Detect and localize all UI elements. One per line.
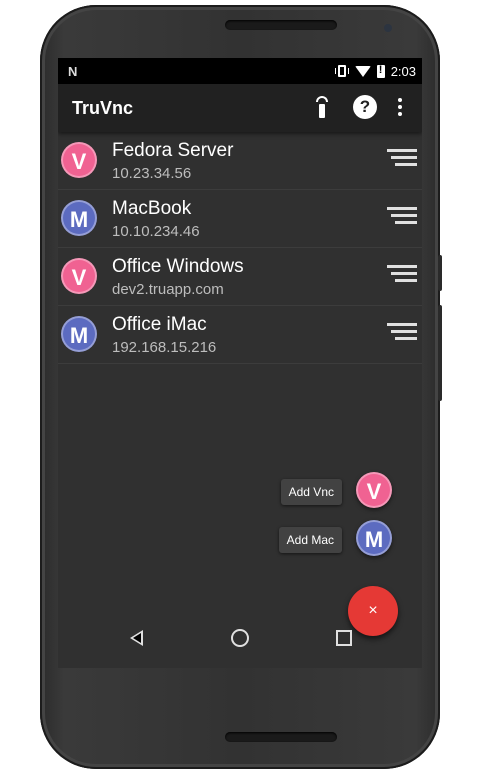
server-list: V Fedora Server 10.23.34.56 M MacBook 10… <box>58 132 422 364</box>
add-vnc-button[interactable]: V <box>356 472 392 508</box>
navigation-bar <box>58 610 422 666</box>
remote-icon[interactable] <box>316 96 328 118</box>
app-bar: TruVnc ? <box>58 84 422 132</box>
wifi-icon <box>354 65 371 77</box>
back-icon[interactable] <box>130 630 143 646</box>
volume-button <box>438 305 442 401</box>
front-camera <box>384 24 392 32</box>
mac-avatar: M <box>61 200 97 236</box>
fab-menu-item-add-vnc[interactable]: Add Vnc V <box>258 472 392 512</box>
add-mac-button[interactable]: M <box>356 520 392 556</box>
server-name: Office Windows <box>112 256 244 277</box>
vnc-avatar: V <box>61 142 97 178</box>
server-address: 192.168.15.216 <box>112 339 217 356</box>
recents-icon[interactable] <box>336 630 352 646</box>
server-address: 10.10.234.46 <box>112 223 200 240</box>
server-row[interactable]: V Office Windows dev2.truapp.com <box>58 248 422 306</box>
fab-menu-item-add-mac[interactable]: Add Mac M <box>258 520 392 560</box>
reorder-icon[interactable] <box>387 207 417 227</box>
more-vert-icon[interactable] <box>398 98 402 116</box>
status-clock: 2:03 <box>390 63 416 79</box>
server-name: Office iMac <box>112 314 207 335</box>
server-name: Fedora Server <box>112 140 234 161</box>
top-speaker <box>225 20 337 30</box>
server-row[interactable]: V Fedora Server 10.23.34.56 <box>58 132 422 190</box>
server-row[interactable]: M MacBook 10.10.234.46 <box>58 190 422 248</box>
screen: N 2:03 TruVnc ? V Fedora Server 10.23.34… <box>58 58 422 668</box>
mac-avatar: M <box>61 316 97 352</box>
status-bar: N 2:03 <box>58 58 422 84</box>
help-icon[interactable]: ? <box>353 95 377 119</box>
server-row[interactable]: M Office iMac 192.168.15.216 <box>58 306 422 364</box>
battery-alert-icon <box>376 64 385 78</box>
bottom-speaker <box>225 732 337 742</box>
server-address: 10.23.34.56 <box>112 165 192 182</box>
add-mac-label[interactable]: Add Mac <box>278 527 342 553</box>
vnc-avatar: V <box>61 258 97 294</box>
vibrate-icon <box>334 65 349 77</box>
app-title: TruVnc <box>72 98 134 118</box>
server-name: MacBook <box>112 198 192 219</box>
power-button <box>438 255 442 291</box>
reorder-icon[interactable] <box>387 149 417 169</box>
notification-n-icon: N <box>68 64 78 79</box>
reorder-icon[interactable] <box>387 323 417 343</box>
home-icon[interactable] <box>231 629 249 647</box>
reorder-icon[interactable] <box>387 265 417 285</box>
add-vnc-label[interactable]: Add Vnc <box>280 479 342 505</box>
server-address: dev2.truapp.com <box>112 281 224 298</box>
